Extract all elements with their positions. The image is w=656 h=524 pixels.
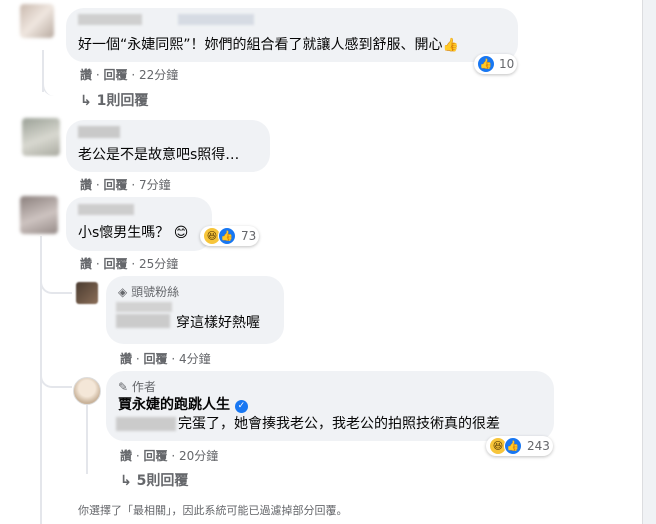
avatar[interactable] xyxy=(76,282,98,304)
reply-arrow-icon: ↳ xyxy=(80,93,92,109)
view-replies-button[interactable]: ↳ 5則回覆 xyxy=(120,470,188,490)
comment-text: 小s懷男生嗎？ 😊 xyxy=(78,225,189,241)
commenter-name[interactable] xyxy=(78,126,120,138)
comment-text: 好一個“永婕同熙”！妳們的組合看了就讓人感到舒服、開心👍 xyxy=(78,37,459,53)
reaction-summary[interactable]: 😆 👍 73 xyxy=(200,226,260,246)
reaction-count: 73 xyxy=(241,229,257,243)
avatar[interactable] xyxy=(22,118,60,156)
reply-text: 完蛋了，她會揍我老公，我老公的拍照技術真的很差 xyxy=(178,416,500,432)
top-fan-badge: ◈ 頭號粉絲 xyxy=(118,285,180,299)
reaction-summary[interactable]: 😆 👍 243 xyxy=(486,436,553,456)
verified-badge-icon: ✓ xyxy=(234,400,248,413)
timestamp[interactable]: 4分鐘 xyxy=(179,350,211,367)
like-button[interactable]: 讚 xyxy=(120,447,132,464)
like-reaction-icon: 👍 xyxy=(504,437,522,455)
reply-button[interactable]: 回覆 xyxy=(144,350,168,367)
like-button[interactable]: 讚 xyxy=(120,350,132,367)
timestamp[interactable]: 7分鐘 xyxy=(139,176,171,193)
reply-bubble: ◈ 頭號粉絲 穿這樣好熱喔 xyxy=(106,276,284,344)
thumbs-up-icon: 👍 xyxy=(442,38,459,53)
like-reaction-icon: 👍 xyxy=(218,227,236,245)
thread-line xyxy=(40,270,72,294)
separator: · xyxy=(131,178,136,192)
thread-line xyxy=(86,404,88,474)
thread-line xyxy=(42,82,66,96)
reply-text: 穿這樣好熱喔 xyxy=(176,315,260,331)
like-reaction-icon: 👍 xyxy=(477,55,495,73)
comment-bubble: 老公是不是故意吧s照得… xyxy=(66,120,270,172)
author-avatar[interactable] xyxy=(73,377,101,405)
reply-actions: 讚 · 回覆 · 20分鐘 xyxy=(120,447,218,464)
commenter-name[interactable] xyxy=(116,314,170,328)
reaction-count: 10 xyxy=(499,57,515,71)
reply-button[interactable]: 回覆 xyxy=(104,66,128,83)
timestamp[interactable]: 22分鐘 xyxy=(139,66,178,83)
reply-button[interactable]: 回覆 xyxy=(144,447,168,464)
thread-line xyxy=(40,360,72,388)
pencil-icon: ✎ xyxy=(118,380,129,394)
avatar[interactable] xyxy=(20,4,54,38)
separator: · xyxy=(95,68,100,82)
avatar[interactable] xyxy=(20,196,58,234)
like-button[interactable]: 讚 xyxy=(80,255,92,272)
comment-actions: 讚 · 回覆 · 7分鐘 xyxy=(80,176,171,193)
comment-actions: 讚 · 回覆 · 25分鐘 xyxy=(80,255,178,272)
comment-bubble: 小s懷男生嗎？ 😊 xyxy=(66,197,212,251)
separator: · xyxy=(131,68,136,82)
reaction-summary[interactable]: 👍 10 xyxy=(474,54,518,74)
commenter-name[interactable] xyxy=(178,14,254,25)
separator: · xyxy=(135,352,140,366)
separator: · xyxy=(171,449,176,463)
reply-arrow-icon: ↳ xyxy=(120,473,132,489)
separator: · xyxy=(135,449,140,463)
separator: · xyxy=(131,257,136,271)
comment-actions: 讚 · 回覆 · 22分鐘 xyxy=(80,66,178,83)
separator: · xyxy=(171,352,176,366)
reaction-count: 243 xyxy=(527,439,550,453)
comment-text: 老公是不是故意吧s照得… xyxy=(78,147,240,163)
commenter-name[interactable] xyxy=(78,204,134,215)
like-button[interactable]: 讚 xyxy=(80,176,92,193)
commenter-name[interactable] xyxy=(116,302,172,312)
author-badge: ✎ 作者 xyxy=(118,380,156,394)
view-replies-button[interactable]: ↳ 1則回覆 xyxy=(80,90,148,110)
comment-bubble: 好一個“永婕同熙”！妳們的組合看了就讓人感到舒服、開心👍 xyxy=(66,8,518,62)
scrollbar[interactable] xyxy=(642,0,656,524)
timestamp[interactable]: 25分鐘 xyxy=(139,255,178,272)
timestamp[interactable]: 20分鐘 xyxy=(179,447,218,464)
reply-bubble: ✎ 作者 賈永婕的跑跳人生 ✓ 完蛋了，她會揍我老公，我老公的拍照技術真的很差 xyxy=(106,371,554,441)
reply-button[interactable]: 回覆 xyxy=(104,255,128,272)
separator: · xyxy=(95,257,100,271)
author-name[interactable]: 賈永婕的跑跳人生 ✓ xyxy=(118,396,248,414)
separator: · xyxy=(95,178,100,192)
diamond-icon: ◈ xyxy=(118,285,128,299)
like-button[interactable]: 讚 xyxy=(80,66,92,83)
commenter-name[interactable] xyxy=(116,417,176,431)
commenter-name[interactable] xyxy=(78,14,142,25)
reply-button[interactable]: 回覆 xyxy=(104,176,128,193)
smile-emoji: 😊 xyxy=(173,225,189,241)
filter-notice: 你選擇了「最相關」，因此系統可能已過濾掉部分回覆。 xyxy=(78,504,348,517)
reply-actions: 讚 · 回覆 · 4分鐘 xyxy=(120,350,211,367)
